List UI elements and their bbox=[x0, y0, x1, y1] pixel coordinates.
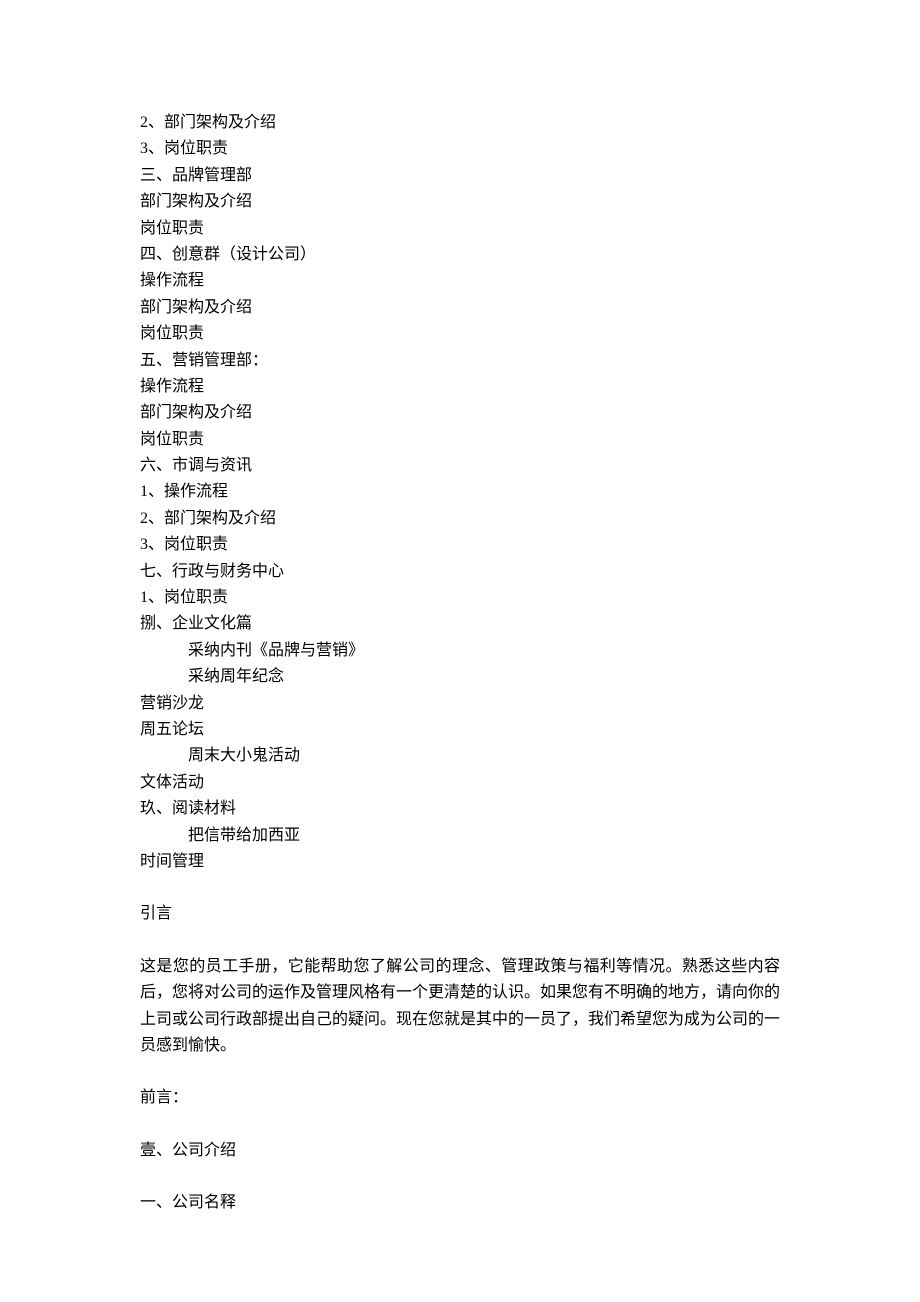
toc-line: 七、行政与财务中心 bbox=[140, 559, 780, 585]
toc-line: 文体活动 bbox=[140, 770, 780, 796]
toc-line: 玖、阅读材料 bbox=[140, 796, 780, 822]
toc-line: 岗位职责 bbox=[140, 321, 780, 347]
toc-line: 2、部门架构及介绍 bbox=[140, 506, 780, 532]
toc-line: 捌、企业文化篇 bbox=[140, 611, 780, 637]
toc-line: 采纳周年纪念 bbox=[140, 664, 780, 690]
toc-line: 部门架构及介绍 bbox=[140, 400, 780, 426]
toc-line: 2、部门架构及介绍 bbox=[140, 110, 780, 136]
toc-line: 1、操作流程 bbox=[140, 479, 780, 505]
toc-line: 3、岗位职责 bbox=[140, 532, 780, 558]
toc-line: 六、市调与资讯 bbox=[140, 453, 780, 479]
toc-line: 时间管理 bbox=[140, 849, 780, 875]
toc-line: 四、创意群（设计公司） bbox=[140, 242, 780, 268]
chapter-heading: 壹、公司介绍 bbox=[140, 1138, 780, 1164]
toc-line: 三、品牌管理部 bbox=[140, 163, 780, 189]
toc-line: 营销沙龙 bbox=[140, 691, 780, 717]
preface-heading: 前言： bbox=[140, 1085, 780, 1111]
toc-line: 周末大小鬼活动 bbox=[140, 743, 780, 769]
toc-line: 1、岗位职责 bbox=[140, 585, 780, 611]
document-body: 2、部门架构及介绍3、岗位职责三、品牌管理部部门架构及介绍岗位职责四、创意群（设… bbox=[140, 110, 780, 1216]
toc-line: 周五论坛 bbox=[140, 717, 780, 743]
toc-line: 把信带给加西亚 bbox=[140, 823, 780, 849]
toc-line: 操作流程 bbox=[140, 268, 780, 294]
toc-line: 采纳内刊《品牌与营销》 bbox=[140, 638, 780, 664]
toc-line: 部门架构及介绍 bbox=[140, 295, 780, 321]
toc-line: 部门架构及介绍 bbox=[140, 189, 780, 215]
toc-line: 岗位职责 bbox=[140, 216, 780, 242]
toc-line: 3、岗位职责 bbox=[140, 136, 780, 162]
toc-line: 岗位职责 bbox=[140, 427, 780, 453]
section-heading: 一、公司名释 bbox=[140, 1190, 780, 1216]
intro-heading: 引言 bbox=[140, 901, 780, 927]
table-of-contents: 2、部门架构及介绍3、岗位职责三、品牌管理部部门架构及介绍岗位职责四、创意群（设… bbox=[140, 110, 780, 875]
toc-line: 操作流程 bbox=[140, 374, 780, 400]
toc-line: 五、营销管理部： bbox=[140, 348, 780, 374]
intro-paragraph: 这是您的员工手册，它能帮助您了解公司的理念、管理政策与福利等情况。熟悉这些内容后… bbox=[140, 954, 780, 1060]
